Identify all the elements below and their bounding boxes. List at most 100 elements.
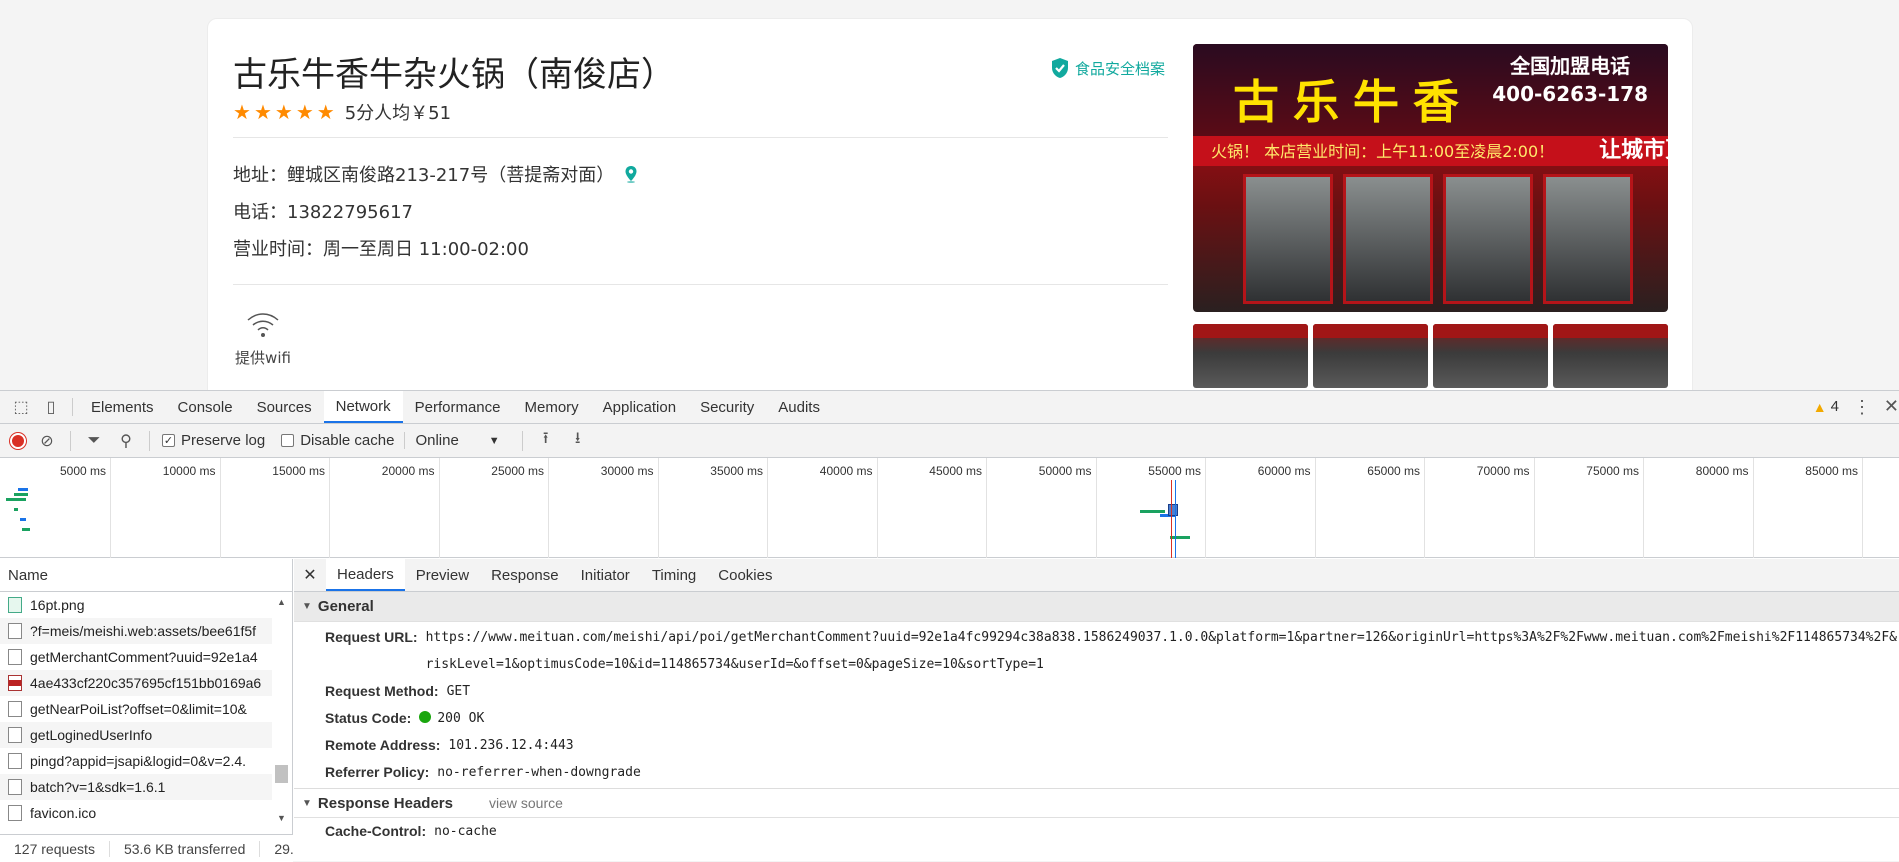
clear-icon[interactable]: ⊘ [36, 431, 58, 451]
network-toolbar: ⊘ ⏷ ⚲ ✓ Preserve log Disable cache Online… [0, 424, 1899, 458]
phone-row: 电话：13822795617 [233, 198, 413, 224]
document-file-icon [8, 805, 22, 821]
photo-thumbnail[interactable] [1313, 324, 1428, 388]
photo-banner-text: 火锅！ 本店营业时间：上午11:00至凌晨2:00！ [1211, 142, 1555, 161]
transferred-size: 53.6 KB transferred [110, 840, 261, 857]
divider [72, 398, 73, 416]
scroll-down-icon[interactable]: ▼ [277, 813, 286, 823]
photo-thumbnail[interactable] [1433, 324, 1548, 388]
devtools-tabs: Elements Console Sources Network Performance… [79, 391, 832, 423]
status-ok-icon [419, 711, 432, 723]
timeline-tick-label: 85000 ms [1805, 464, 1858, 478]
export-har-icon[interactable]: ⭳ [567, 427, 589, 454]
request-url-key: Request URL: [325, 629, 418, 645]
request-name: pingd?appid=jsapi&logid=0&v=2.4. [30, 753, 247, 769]
wifi-facility: 提供wifi [233, 309, 293, 368]
timeline-gridline [438, 458, 440, 558]
food-safety-link[interactable]: 食品安全档案 [1050, 57, 1165, 79]
detail-tabs: Headers Preview Response Initiator Timing Coo… [326, 559, 783, 591]
tab-elements[interactable]: Elements [79, 391, 166, 423]
more-options-icon[interactable]: ⋮ [1853, 397, 1871, 418]
timeline-bar [14, 493, 28, 496]
disable-cache-checkbox[interactable]: Disable cache [281, 432, 394, 449]
scrollbar[interactable]: ▲ ▼ [272, 593, 292, 825]
request-row[interactable]: favicon.ico [0, 800, 272, 826]
shop-main-photo[interactable]: 古乐牛香 全国加盟电话 400-6263-178 火锅！ 本店营业时间：上午11… [1193, 44, 1668, 312]
star-icon: ★ [295, 100, 314, 124]
request-row[interactable]: ?f=meis/meishi.web:assets/bee61f5f [0, 618, 272, 644]
tab-memory[interactable]: Memory [513, 391, 591, 423]
close-detail-icon[interactable]: ✕ [294, 559, 326, 591]
record-button[interactable] [10, 432, 26, 449]
request-row[interactable]: getMerchantComment?uuid=92e1a4 [0, 644, 272, 670]
tab-performance[interactable]: Performance [403, 391, 513, 423]
phone-text: 电话：13822795617 [233, 202, 413, 223]
request-name: ?f=meis/meishi.web:assets/bee61f5f [30, 623, 257, 639]
status-code-row: Status Code: 200 OK [294, 705, 1899, 732]
document-file-icon [8, 753, 22, 769]
photo-thumbnail[interactable] [1553, 324, 1668, 388]
response-headers-section-header[interactable]: ▼ Response Headers view source [294, 788, 1899, 818]
filter-icon[interactable]: ⏷ [83, 432, 105, 450]
detail-tab-initiator[interactable]: Initiator [570, 559, 641, 591]
detail-tab-preview[interactable]: Preview [405, 559, 480, 591]
timeline-tick-label: 75000 ms [1586, 464, 1639, 478]
close-devtools-icon[interactable]: ✕ [1884, 396, 1899, 417]
network-overview-timeline[interactable]: 5000 ms 10000 ms 15000 ms 20000 ms 25000 ms 3… [0, 458, 1899, 558]
photo-thumbnail[interactable] [1193, 324, 1308, 388]
warning-counter[interactable]: ▲ 4 [1813, 398, 1839, 415]
scrollbar-thumb[interactable] [275, 765, 288, 783]
timeline-gridline [657, 458, 659, 558]
preserve-log-checkbox[interactable]: ✓ Preserve log [162, 432, 265, 449]
request-row[interactable]: 4ae433cf220c357695cf151bb0169a6 [0, 670, 272, 696]
timeline-gridline [1752, 458, 1754, 558]
request-row[interactable]: pingd?appid=jsapi&logid=0&v=2.4. [0, 748, 272, 774]
timeline-tick-label: 60000 ms [1257, 464, 1311, 478]
tab-sources[interactable]: Sources [245, 391, 324, 423]
timeline-tick-label: 40000 ms [819, 464, 873, 478]
tab-console[interactable]: Console [166, 391, 245, 423]
request-row[interactable]: getNearPoiList?offset=0&limit=10& [0, 696, 272, 722]
scroll-up-icon[interactable]: ▲ [277, 597, 286, 607]
request-row[interactable]: getLoginedUserInfo [0, 722, 272, 748]
request-url-value: https://www.meituan.com/meishi/api/poi/g… [425, 630, 1897, 672]
throttle-value: Online [415, 432, 459, 449]
request-name: favicon.ico [30, 805, 97, 821]
image-file-icon [8, 597, 22, 613]
view-source-link[interactable]: view source [489, 795, 563, 811]
detail-tab-cookies[interactable]: Cookies [707, 559, 783, 591]
location-pin-icon[interactable] [624, 165, 638, 183]
general-section-header[interactable]: ▼ General [294, 592, 1899, 622]
divider [233, 137, 1168, 138]
device-toolbar-icon[interactable]: ▯ [36, 391, 66, 423]
request-method-value: GET [446, 684, 471, 699]
checkbox-icon [281, 434, 295, 447]
request-row[interactable]: batch?v=1&sdk=1.6.1 [0, 774, 272, 800]
document-file-icon [8, 649, 22, 665]
import-har-icon[interactable]: ⭱ [535, 427, 557, 454]
search-icon[interactable]: ⚲ [115, 431, 137, 451]
request-rows: 16pt.png ?f=meis/meishi.web:assets/bee61f… [0, 592, 292, 826]
timeline-event-line [1175, 480, 1176, 558]
photo-sign-sub: 全国加盟电话 400-6263-178 [1492, 52, 1648, 108]
throttle-select[interactable]: Online ▼ [404, 432, 509, 449]
name-column-header[interactable]: Name [0, 559, 292, 592]
script-file-icon [8, 675, 22, 691]
request-method-row: Request Method: GET [294, 678, 1899, 705]
detail-tab-response[interactable]: Response [480, 559, 570, 591]
photo-window [1543, 174, 1633, 304]
request-list: Name 16pt.png ?f=meis/meishi.web:assets/b… [0, 559, 293, 862]
tab-security[interactable]: Security [688, 391, 766, 423]
detail-tab-headers[interactable]: Headers [326, 559, 405, 591]
tab-audits[interactable]: Audits [766, 391, 832, 423]
inspect-element-icon[interactable]: ⬚ [6, 391, 36, 423]
tab-application[interactable]: Application [591, 391, 688, 423]
cache-control-row: Cache-Control: no-cache [294, 818, 1899, 845]
detail-tab-timing[interactable]: Timing [641, 559, 707, 591]
rating-row: ★ ★ ★ ★ ★ 5分人均￥51 [233, 99, 451, 125]
tab-network[interactable]: Network [323, 391, 403, 423]
status-code-value: 200 OK [437, 711, 485, 726]
response-headers-title: Response Headers [317, 794, 453, 812]
request-row[interactable]: 16pt.png [0, 592, 272, 618]
star-rating: ★ ★ ★ ★ ★ [233, 102, 335, 122]
